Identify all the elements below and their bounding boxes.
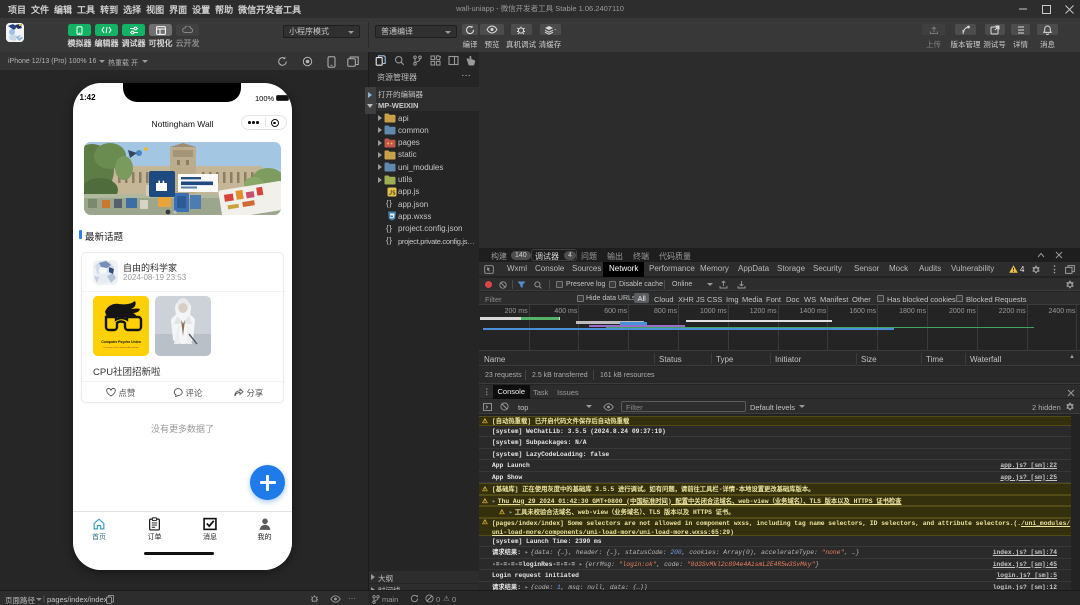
svg-text:Computer Psycho Union: Computer Psycho Union [101,340,141,344]
svg-text:Computer Union Interest Associ: Computer Union Interest Association [103,346,139,349]
